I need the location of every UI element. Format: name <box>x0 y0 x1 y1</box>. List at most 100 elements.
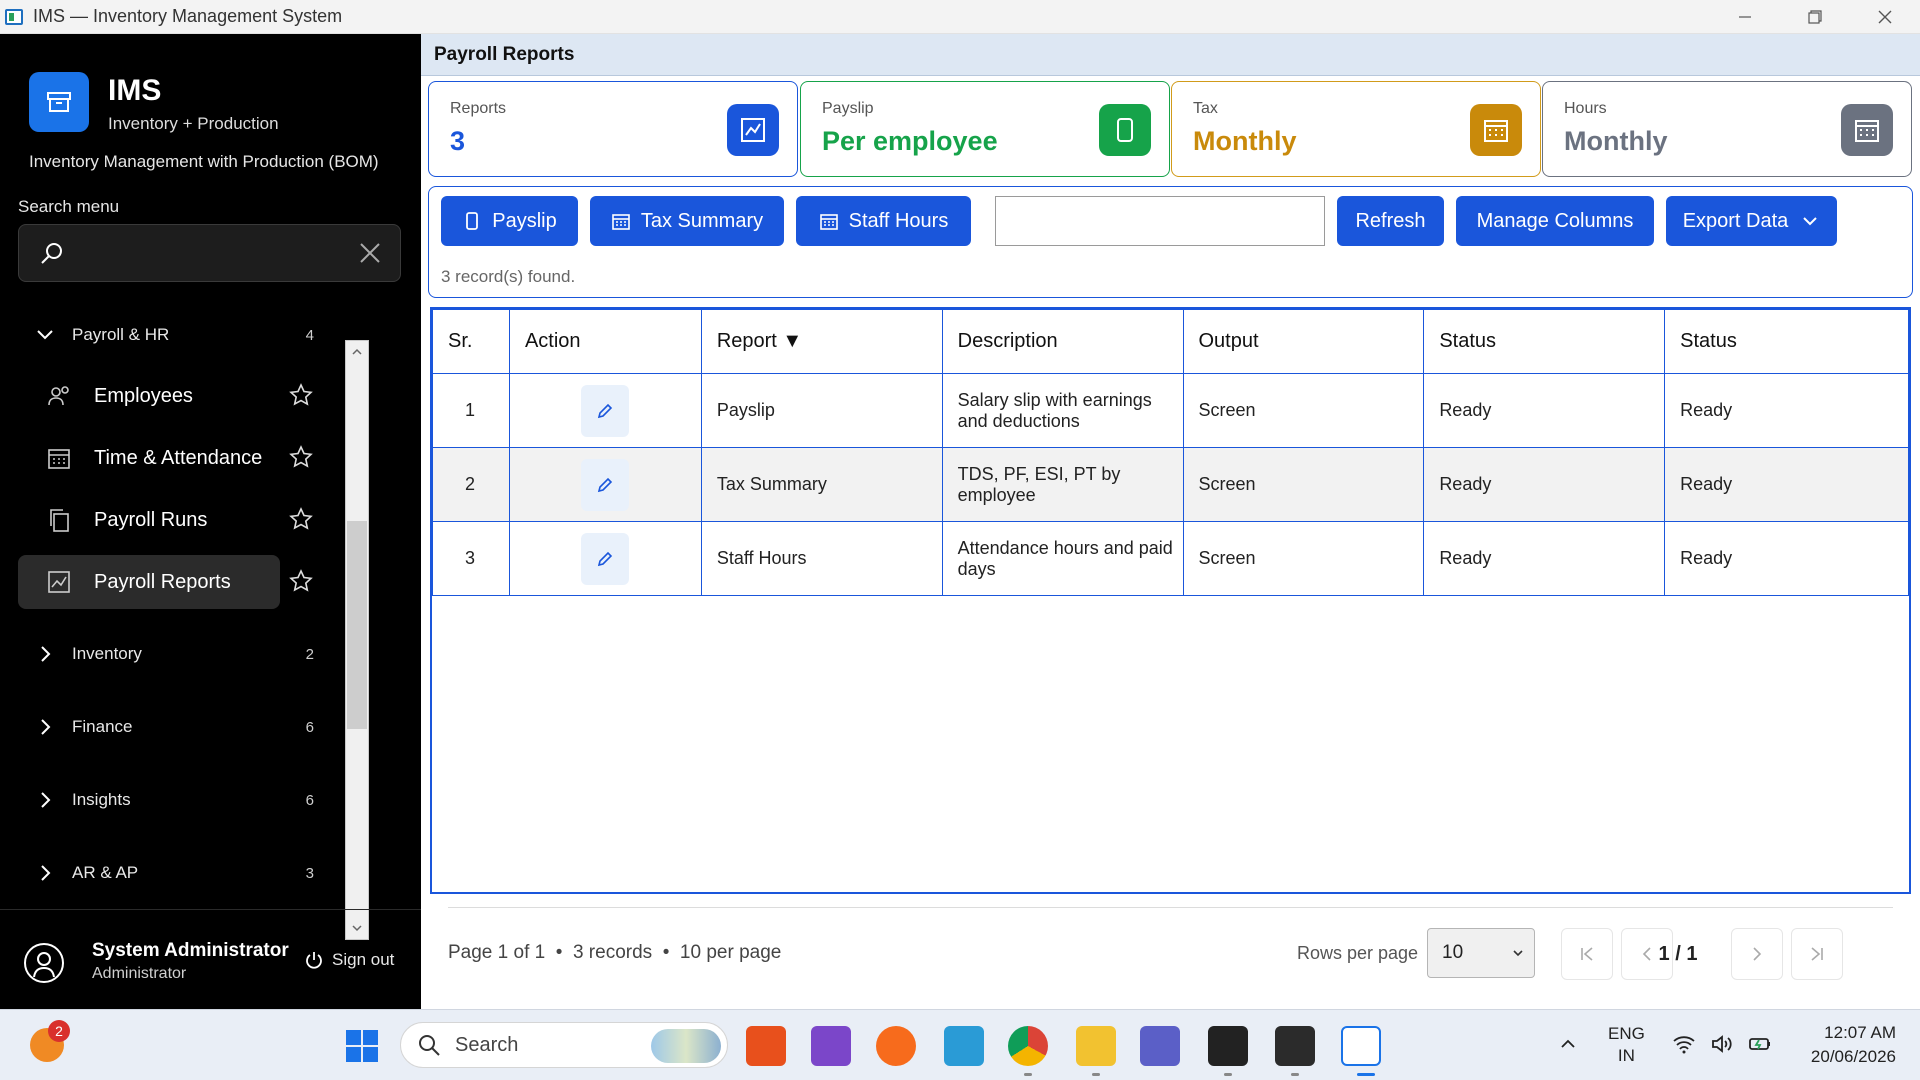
sidebar-item-payroll-reports[interactable]: Payroll Reports <box>18 555 280 609</box>
page-indicator: 1 / 1 <box>1658 942 1698 965</box>
sidebar-scrollbar[interactable] <box>345 340 369 940</box>
sign-out-button[interactable]: Sign out <box>304 950 394 970</box>
package-app-icon[interactable] <box>1208 1026 1248 1066</box>
table-row[interactable]: 2 Tax Summary TDS, PF, ESI, PT by employ… <box>432 447 1909 522</box>
group-label: Insights <box>72 790 131 809</box>
battery-icon[interactable] <box>1748 1032 1772 1056</box>
stat-card-payslip: Payslip Per employee <box>800 81 1170 177</box>
close-button[interactable] <box>1850 0 1920 34</box>
favorite-star-icon[interactable] <box>288 444 314 470</box>
scroll-up-icon[interactable] <box>346 341 368 363</box>
cell-action <box>508 447 702 522</box>
group-insights[interactable]: Insights 6 <box>36 785 326 815</box>
running-indicator <box>1224 1073 1232 1076</box>
column-header-report[interactable]: Report ▼ <box>700 309 943 374</box>
window-title: IMS — Inventory Management System <box>33 6 343 26</box>
group-inventory[interactable]: Inventory 2 <box>36 639 326 669</box>
export-data-button[interactable]: Export Data <box>1666 196 1837 246</box>
language-indicator[interactable]: ENG IN <box>1608 1023 1645 1067</box>
staff-hours-button[interactable]: Staff Hours <box>796 196 971 246</box>
edit-button[interactable] <box>581 458 630 511</box>
group-finance[interactable]: Finance 6 <box>36 712 326 742</box>
chevron-down-icon <box>37 330 53 340</box>
remote-desktop-icon[interactable] <box>944 1026 984 1066</box>
cell-output: Screen <box>1182 373 1425 448</box>
cell-description: Attendance hours and paid days <box>941 521 1184 596</box>
manage-columns-button[interactable]: Manage Columns <box>1456 196 1654 246</box>
stat-card-tax: Tax Monthly <box>1171 81 1541 177</box>
running-indicator <box>1024 1073 1032 1076</box>
scrollbar-thumb[interactable] <box>347 521 367 729</box>
firefox-icon[interactable] <box>876 1026 916 1066</box>
favorite-star-icon[interactable] <box>288 568 314 594</box>
search-highlight-image <box>651 1029 721 1063</box>
main-content: Payroll Reports Reports 3 Payslip Per em… <box>421 34 1920 1009</box>
column-header-sr[interactable]: Sr. <box>432 309 510 374</box>
first-page-button[interactable] <box>1561 928 1613 980</box>
cell-status-2: Ready <box>1664 373 1909 448</box>
clear-search-icon[interactable] <box>358 241 382 265</box>
ims-app-icon[interactable] <box>1341 1026 1381 1066</box>
filter-input[interactable] <box>995 196 1325 246</box>
group-label: Inventory <box>72 644 142 663</box>
sidebar: IMS Inventory + Production Inventory Man… <box>0 34 421 1009</box>
tax-summary-button[interactable]: Tax Summary <box>590 196 784 246</box>
edit-button[interactable] <box>581 384 630 437</box>
group-label: AR & AP <box>72 863 139 882</box>
chevron-right-icon <box>41 719 51 735</box>
cell-status: Ready <box>1423 373 1666 448</box>
taskbar-search[interactable]: Search <box>400 1022 728 1068</box>
minimize-button[interactable] <box>1710 0 1780 34</box>
refresh-button[interactable]: Refresh <box>1337 196 1444 246</box>
chevron-right-icon <box>1753 947 1762 961</box>
page-header: Payroll Reports <box>421 34 1920 76</box>
pager-summary: Page 1 of 1 • 3 records • 10 per page <box>448 942 782 963</box>
payslip-button[interactable]: Payslip <box>441 196 578 246</box>
chrome-icon[interactable] <box>1008 1026 1048 1066</box>
calendar-icon <box>1470 104 1522 156</box>
rows-per-page-select[interactable]: 10 <box>1427 928 1535 978</box>
group-label: Payroll & HR <box>72 325 170 344</box>
favorite-star-icon[interactable] <box>288 506 314 532</box>
favorite-star-icon[interactable] <box>288 382 314 408</box>
sidebar-item-label: Payroll Runs <box>94 508 208 531</box>
office-app-icon[interactable] <box>746 1026 786 1066</box>
chevron-up-icon[interactable] <box>1558 1034 1578 1054</box>
column-header-action[interactable]: Action <box>508 309 702 374</box>
column-header-status[interactable]: Status <box>1423 309 1666 374</box>
windows-start-icon[interactable] <box>344 1028 380 1064</box>
table-row[interactable]: 3 Staff Hours Attendance hours and paid … <box>432 521 1909 596</box>
file-explorer-icon[interactable] <box>1076 1026 1116 1066</box>
group-ar-ap[interactable]: AR & AP 3 <box>36 858 326 888</box>
search-menu-input[interactable] <box>18 224 401 282</box>
column-header-description[interactable]: Description <box>941 309 1184 374</box>
cell-status-2: Ready <box>1664 447 1909 522</box>
group-payroll-hr[interactable]: Payroll & HR 4 <box>36 320 326 350</box>
teams-icon[interactable] <box>1140 1026 1180 1066</box>
terminal-icon[interactable] <box>1275 1026 1315 1066</box>
chevron-right-icon <box>41 792 51 808</box>
stat-card-reports: Reports 3 <box>428 81 798 177</box>
visual-studio-icon[interactable] <box>811 1026 851 1066</box>
wifi-icon[interactable] <box>1672 1032 1696 1056</box>
cell-status: Ready <box>1423 521 1666 596</box>
edit-button[interactable] <box>581 532 630 585</box>
restore-button[interactable] <box>1780 0 1850 34</box>
title-bar: IMS — Inventory Management System <box>0 0 1920 34</box>
sidebar-item-payroll-runs[interactable]: Payroll Runs <box>18 493 280 547</box>
table-row[interactable]: 1 Payslip Salary slip with earnings and … <box>432 373 1909 448</box>
column-header-status-2[interactable]: Status <box>1664 309 1909 374</box>
cell-sr: 3 <box>432 521 510 596</box>
cell-sr: 1 <box>432 373 510 448</box>
system-clock[interactable]: 12:07 AM 20/06/2026 <box>1790 1021 1896 1069</box>
sidebar-item-time-attendance[interactable]: Time & Attendance <box>18 431 280 485</box>
sidebar-item-label: Employees <box>94 384 193 407</box>
volume-icon[interactable] <box>1710 1032 1734 1056</box>
pager-divider <box>448 907 1893 908</box>
last-page-button[interactable] <box>1791 928 1843 980</box>
chevron-down-icon <box>1513 950 1523 957</box>
cell-description: TDS, PF, ESI, PT by employee <box>941 447 1184 522</box>
next-page-button[interactable] <box>1731 928 1783 980</box>
column-header-output[interactable]: Output <box>1182 309 1425 374</box>
sidebar-item-employees[interactable]: Employees <box>18 369 280 423</box>
